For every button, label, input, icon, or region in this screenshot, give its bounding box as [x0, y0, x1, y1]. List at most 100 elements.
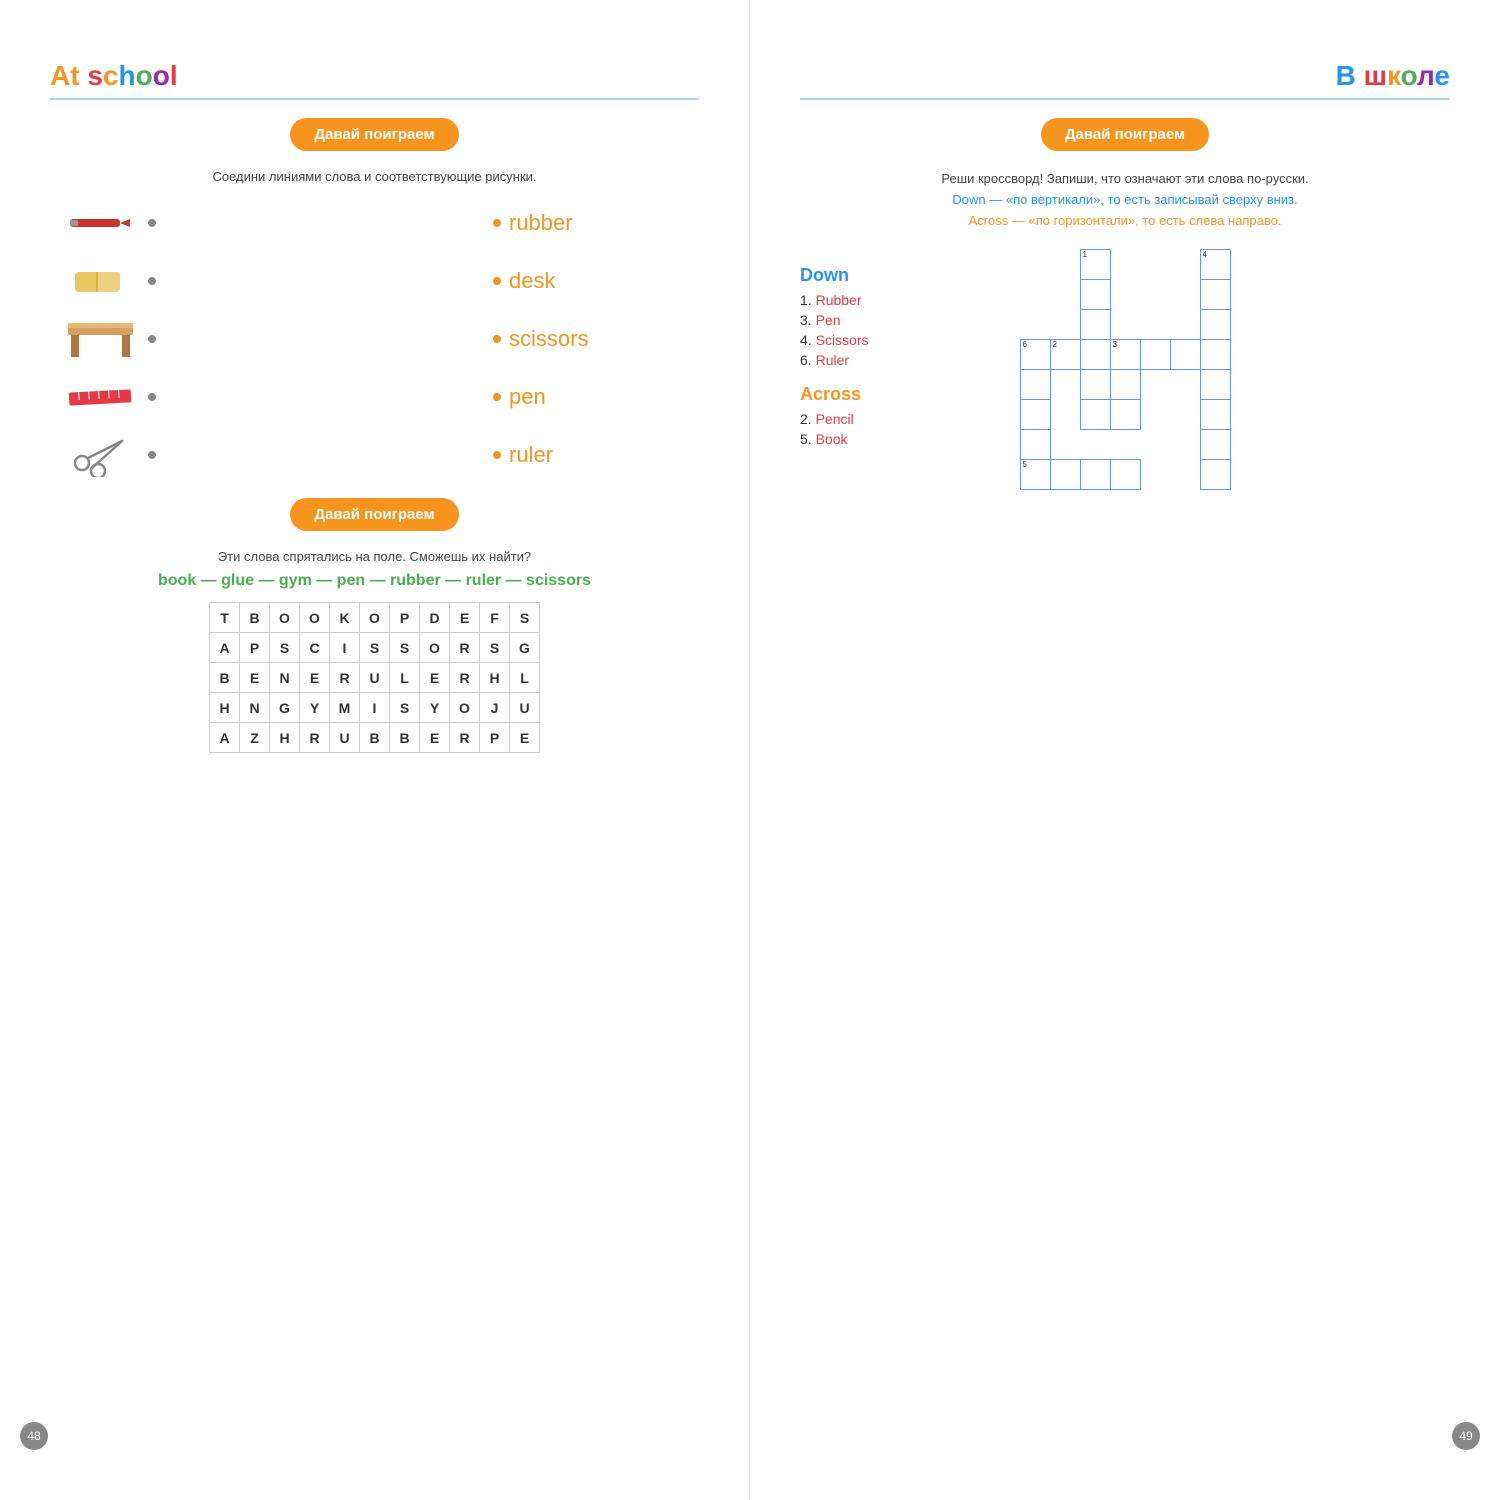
crossword-cell[interactable]	[1110, 370, 1140, 400]
dot-right-pen	[493, 393, 501, 401]
crossword-cell[interactable]	[1200, 340, 1230, 370]
left-title: At school	[50, 60, 699, 100]
wordsearch-cell: P	[480, 723, 510, 753]
crossword-empty-cell	[1080, 520, 1110, 550]
wordsearch-cell: B	[390, 723, 420, 753]
dot-right-ruler	[493, 451, 501, 459]
wordsearch-cell: C	[300, 633, 330, 663]
crossword-cell[interactable]: 1	[1080, 250, 1110, 280]
word-rubber: rubber	[509, 210, 689, 236]
play-button-right[interactable]: Давай поиграем	[1041, 118, 1209, 151]
crossword-cell[interactable]: 6	[1020, 340, 1050, 370]
crossword-cell[interactable]	[1200, 400, 1230, 430]
wordsearch-cell: B	[360, 723, 390, 753]
wordsearch-cell: F	[480, 603, 510, 633]
wordsearch-cell: L	[510, 663, 540, 693]
wordsearch-cell: E	[450, 603, 480, 633]
word-pen: pen	[509, 384, 689, 410]
crossword-cell-number: 6	[1023, 341, 1027, 349]
crossword-cell[interactable]	[1140, 340, 1170, 370]
crossword-cell[interactable]	[1080, 400, 1110, 430]
crossword-empty-cell	[1110, 280, 1140, 310]
wordsearch-cell: N	[240, 693, 270, 723]
play-button-1[interactable]: Давай поиграем	[290, 118, 458, 151]
wordsearch-cell: E	[420, 723, 450, 753]
crossword-cell[interactable]	[1200, 430, 1230, 460]
pen-image	[60, 201, 140, 245]
crossword-empty-cell	[1260, 310, 1290, 340]
crossword-cell[interactable]	[1080, 370, 1110, 400]
crossword-cell-number: 1	[1083, 251, 1087, 259]
crossword-empty-cell	[990, 370, 1020, 400]
wordsearch-cell: N	[270, 663, 300, 693]
match-row-3: scissors	[60, 314, 689, 364]
wordsearch-cell: B	[210, 663, 240, 693]
down-heading: Down	[800, 265, 960, 286]
crossword-cell[interactable]: 4	[1200, 250, 1230, 280]
crossword-empty-cell	[1140, 310, 1170, 340]
crossword-empty-cell	[990, 490, 1020, 520]
crossword-cell[interactable]	[1020, 400, 1050, 430]
crossword-empty-cell	[1260, 340, 1290, 370]
crossword-cell[interactable]	[1080, 340, 1110, 370]
crossword-empty-cell	[1260, 490, 1290, 520]
crossword-empty-cell	[990, 280, 1020, 310]
crossword-empty-cell	[1140, 430, 1170, 460]
crossword-cell[interactable]	[1170, 340, 1200, 370]
eraser-image	[60, 259, 140, 303]
crossword-cell[interactable]	[1200, 460, 1230, 490]
crossword-empty-cell	[1050, 430, 1080, 460]
wordsearch-cell: B	[240, 603, 270, 633]
crossword-empty-cell	[990, 460, 1020, 490]
crossword-cell[interactable]	[1080, 310, 1110, 340]
crossword-cell-number: 5	[1023, 461, 1027, 469]
clues-section: Down 1. Rubber 3. Pen 4. Scissors 6. Rul…	[800, 249, 960, 550]
crossword-cell[interactable]	[1050, 460, 1080, 490]
play-button-2[interactable]: Давай поиграем	[290, 498, 458, 531]
wordsearch-grid: TBOOKOPDEFSAPSCISSORSGBENERULERHLHNGYMIS…	[209, 602, 540, 753]
crossword-cell[interactable]	[1020, 370, 1050, 400]
crossword-layout: Down 1. Rubber 3. Pen 4. Scissors 6. Rul…	[800, 249, 1450, 550]
crossword-grid-container: 1 4 6 23 5	[990, 249, 1450, 550]
crossword-empty-cell	[990, 340, 1020, 370]
crossword-cell[interactable]: 5	[1020, 460, 1050, 490]
crossword-cell[interactable]	[1110, 460, 1140, 490]
crossword-empty-cell	[1140, 520, 1170, 550]
crossword-empty-cell	[1050, 370, 1080, 400]
crossword-empty-cell	[1050, 520, 1080, 550]
crossword-cell[interactable]	[1110, 400, 1140, 430]
crossword-empty-cell	[1140, 460, 1170, 490]
crossword-empty-cell	[1050, 400, 1080, 430]
crossword-cell[interactable]	[1200, 370, 1230, 400]
crossword-empty-cell	[1020, 280, 1050, 310]
right-title: В школе	[800, 60, 1450, 100]
scissors-image	[60, 433, 140, 477]
wordsearch-cell: S	[390, 633, 420, 663]
crossword-cell[interactable]: 3	[1110, 340, 1140, 370]
crossword-empty-cell	[1170, 430, 1200, 460]
crossword-empty-cell	[1260, 430, 1290, 460]
dot-right-scissors	[493, 335, 501, 343]
crossword-cell[interactable]: 2	[1050, 340, 1080, 370]
wordsearch-cell: U	[360, 663, 390, 693]
crossword-empty-cell	[990, 430, 1020, 460]
word-ruler: ruler	[509, 442, 689, 468]
crossword-cell[interactable]	[1200, 310, 1230, 340]
crossword-empty-cell	[1080, 490, 1110, 520]
crossword-cell[interactable]	[1200, 280, 1230, 310]
dot-left-4	[148, 393, 156, 401]
wordsearch-cell: O	[300, 603, 330, 633]
crossword-cell[interactable]	[1020, 430, 1050, 460]
crossword-cell[interactable]	[1080, 280, 1110, 310]
wordsearch-cell: S	[270, 633, 300, 663]
wordsearch-cell: M	[330, 693, 360, 723]
match-row-1: rubber	[60, 198, 689, 248]
crossword-empty-cell	[1230, 460, 1260, 490]
crossword-empty-cell	[1140, 400, 1170, 430]
wordsearch-cell: A	[210, 633, 240, 663]
crossword-cell[interactable]	[1080, 460, 1110, 490]
crossword-empty-cell	[1020, 250, 1050, 280]
crossword-empty-cell	[1140, 250, 1170, 280]
desk-image	[60, 317, 140, 361]
wordsearch-cell: R	[450, 663, 480, 693]
